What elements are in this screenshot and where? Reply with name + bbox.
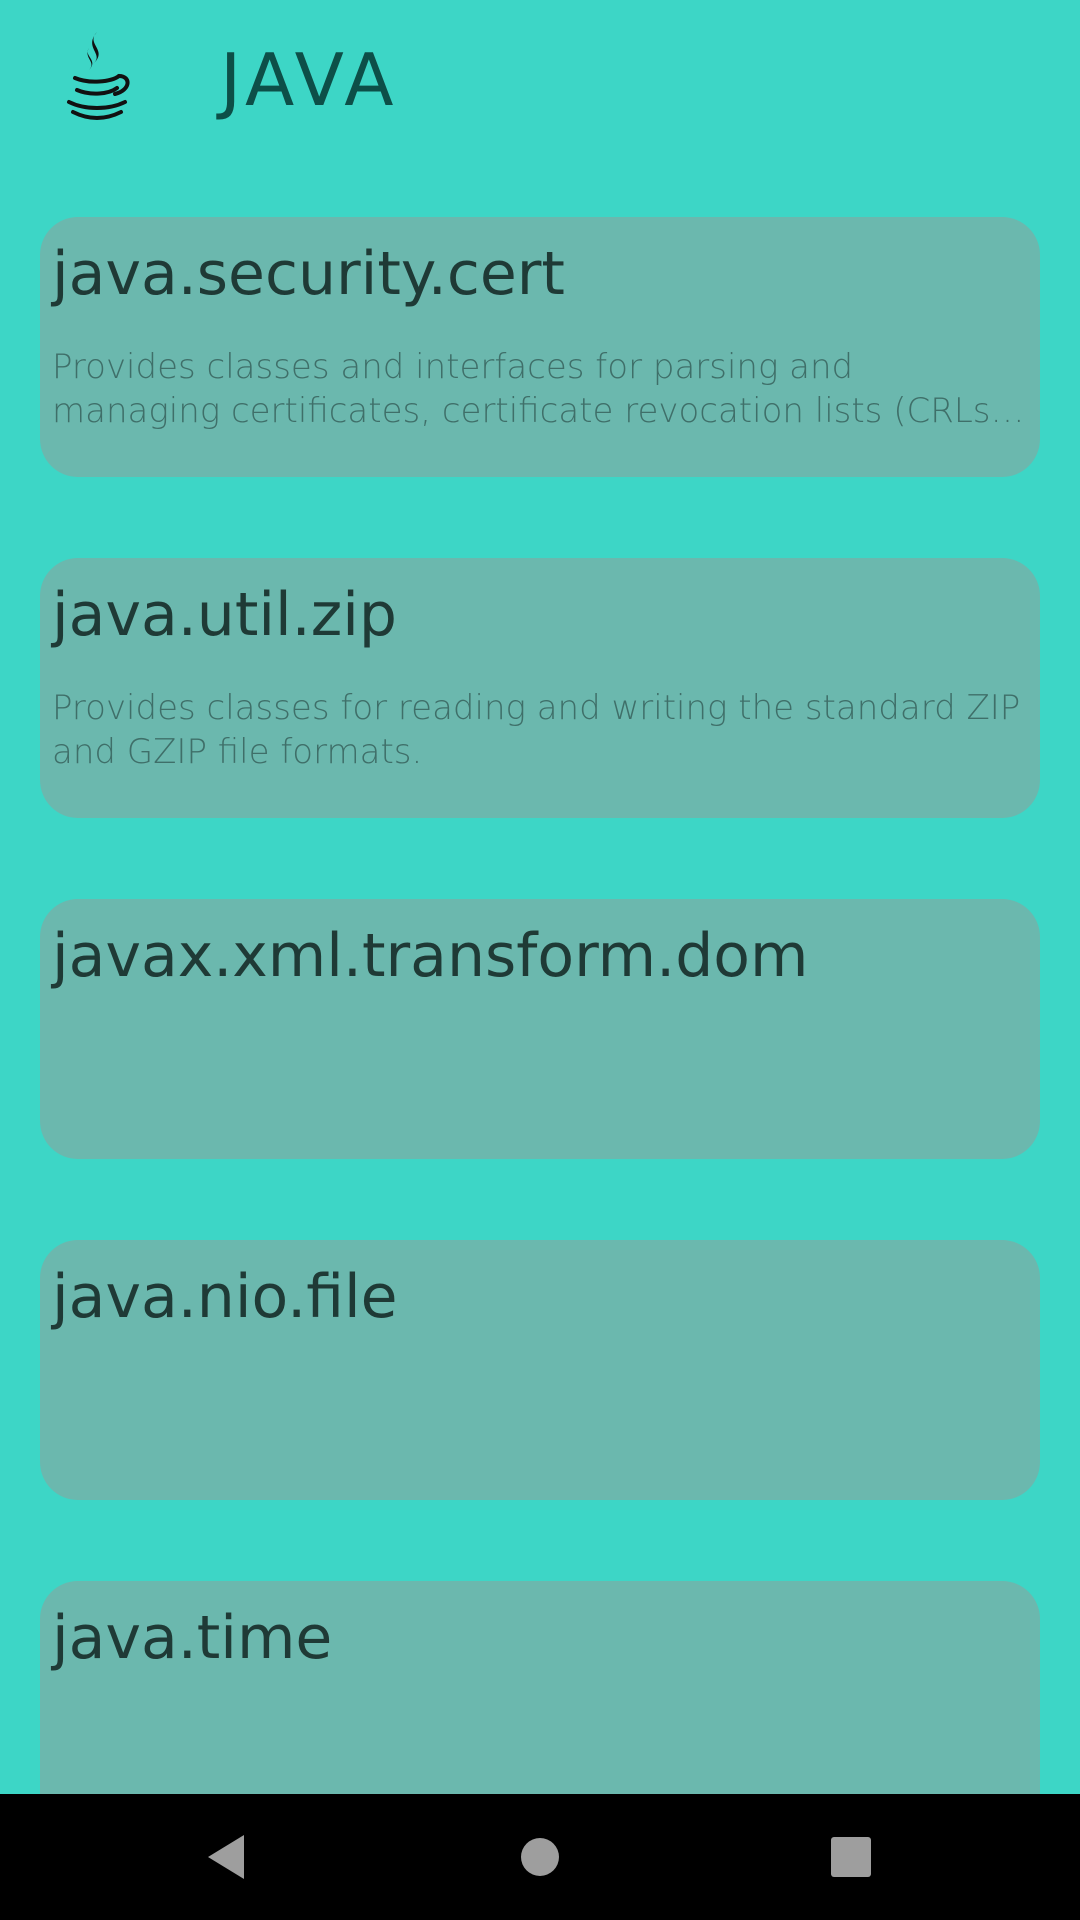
package-name: java.util.zip <box>52 580 397 650</box>
package-list[interactable]: JAVA java.security.cert Provides classes… <box>0 0 1080 1794</box>
app-screen: JAVA java.security.cert Provides classes… <box>0 0 1080 1920</box>
package-card-time[interactable]: java.time <box>40 1581 1040 1794</box>
java-coffee-cup-icon <box>55 28 135 124</box>
home-circle-icon <box>521 1838 559 1876</box>
package-name: java.time <box>52 1603 333 1673</box>
app-title: JAVA <box>220 38 399 122</box>
package-name: java.nio.file <box>52 1262 398 1332</box>
package-name: javax.xml.transform.dom <box>52 921 809 991</box>
home-button[interactable] <box>460 1794 620 1920</box>
package-name: java.security.cert <box>52 239 565 309</box>
package-card-nio-file[interactable]: java.nio.file <box>40 1240 1040 1500</box>
system-navigation-bar <box>0 1794 1080 1920</box>
package-description: Provides classes for reading and writing… <box>52 688 1021 772</box>
package-card-security-cert[interactable]: java.security.cert Provides classes and … <box>40 217 1040 477</box>
recents-square-icon <box>831 1837 871 1877</box>
package-card-xml-transform-dom[interactable]: javax.xml.transform.dom <box>40 899 1040 1159</box>
recents-button[interactable] <box>771 1794 931 1920</box>
package-description: Provides classes and interfaces for pars… <box>52 347 1015 431</box>
back-button[interactable] <box>147 1794 307 1920</box>
app-header: JAVA <box>0 0 1080 170</box>
back-triangle-icon <box>208 1835 244 1879</box>
package-card-util-zip[interactable]: java.util.zip Provides classes for readi… <box>40 558 1040 818</box>
